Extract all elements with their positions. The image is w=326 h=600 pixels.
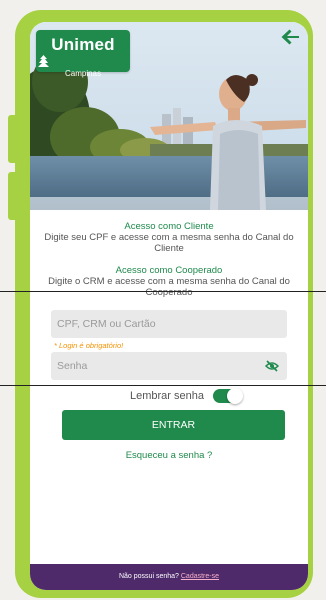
- remember-password-toggle[interactable]: [213, 388, 243, 404]
- remember-password-label: Lembrar senha: [130, 390, 204, 402]
- arrow-left-icon[interactable]: [280, 26, 302, 48]
- brand-name: Unimed: [36, 35, 130, 68]
- unimed-logo: Unimed Campinas: [36, 30, 130, 78]
- brand-subtitle: Campinas: [64, 69, 101, 78]
- login-error-message: * Login é obrigatório!: [54, 341, 124, 350]
- phone-side-button: [8, 115, 20, 163]
- password-placeholder: Senha: [57, 360, 88, 372]
- client-access-info: Acesso como Cliente Digite seu CPF e ace…: [30, 221, 308, 254]
- signup-link[interactable]: Cadastre-se: [181, 573, 219, 580]
- eye-off-icon[interactable]: [265, 360, 279, 372]
- divider-line: [0, 291, 326, 292]
- coop-access-title: Acesso como Cooperado: [115, 265, 223, 276]
- app-screen: Unimed Campinas Acesso como Cliente Digi…: [30, 22, 308, 590]
- login-input[interactable]: CPF, CRM ou Cartão: [51, 310, 287, 338]
- forgot-password-link[interactable]: Esqueceu a senha ?: [30, 450, 308, 461]
- signup-prompt: Não possui senha?: [118, 573, 179, 580]
- unimed-tree-icon: [38, 55, 49, 67]
- coop-access-info: Acesso como Cooperado Digite o CRM e ace…: [30, 265, 308, 298]
- divider-line: [0, 385, 326, 386]
- enter-button[interactable]: ENTRAR: [62, 410, 285, 440]
- remember-password-row: Lembrar senha: [30, 388, 308, 406]
- phone-side-button: [8, 172, 20, 220]
- client-access-description: Digite seu CPF e acesse com a mesma senh…: [44, 232, 294, 254]
- password-input[interactable]: Senha: [51, 352, 287, 380]
- signup-footer: Não possui senha? Cadastre-se: [30, 564, 308, 590]
- hero-image: Unimed Campinas: [30, 22, 308, 210]
- coop-access-description: Digite o CRM e acesse com a mesma senha …: [48, 276, 290, 298]
- toggle-knob: [227, 388, 243, 404]
- client-access-title: Acesso como Cliente: [124, 221, 214, 232]
